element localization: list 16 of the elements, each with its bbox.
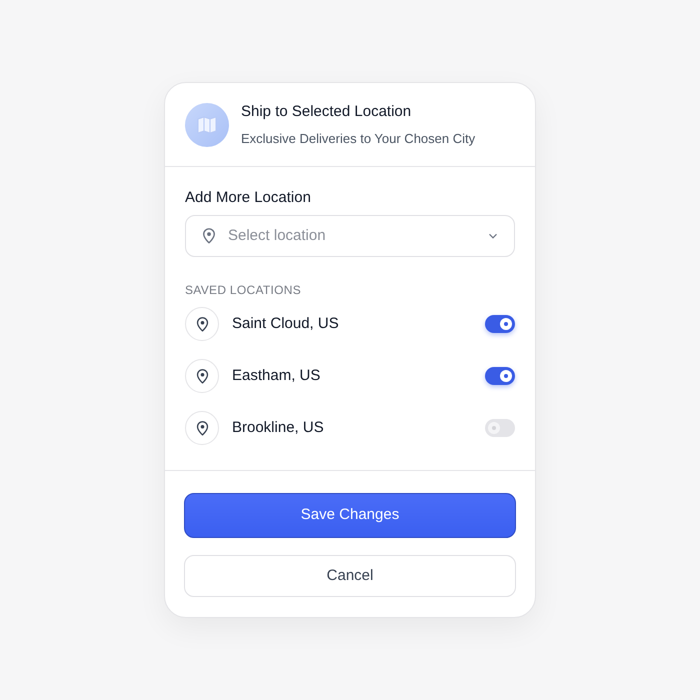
section-heading: SAVED LOCATIONS (185, 282, 302, 299)
field-label: Add More Location (185, 189, 312, 207)
location-pin-icon (200, 227, 218, 245)
toggle-switch[interactable] (485, 419, 515, 437)
location-name: Eastham, US (232, 366, 322, 386)
location-input[interactable]: Select location (228, 224, 476, 248)
location-select[interactable]: Select location (185, 215, 515, 257)
location-name: Saint Cloud, US (232, 314, 340, 334)
location-name: Brookline, US (232, 418, 325, 438)
dialog-subtitle: Exclusive Deliveries to Your Chosen City (241, 130, 476, 148)
map-icon (185, 102, 229, 146)
cancel-button[interactable]: Cancel (184, 555, 516, 597)
toggle-switch[interactable] (485, 315, 515, 333)
toggle-switch[interactable] (485, 367, 515, 385)
dialog-title: Ship to Selected Location (241, 102, 412, 122)
save-button[interactable]: Save Changes (184, 493, 516, 538)
